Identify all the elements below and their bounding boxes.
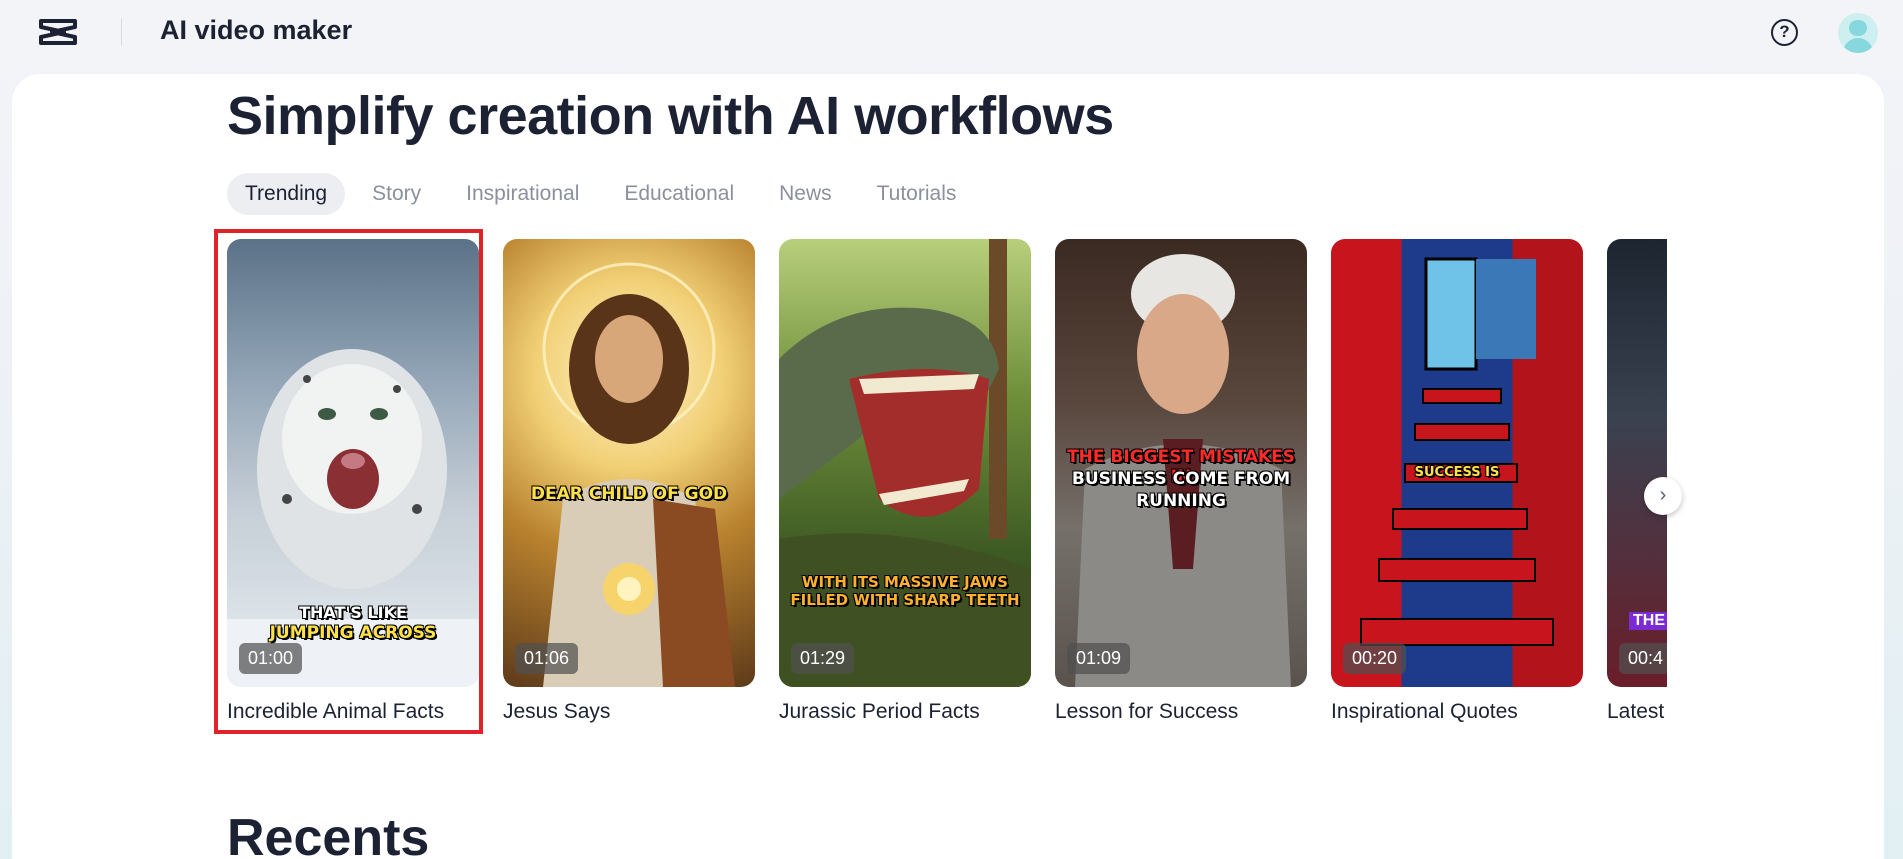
template-title: Incredible Animal Facts	[227, 700, 445, 723]
app-title: AI video maker	[160, 15, 353, 45]
user-avatar-icon[interactable]	[1838, 13, 1878, 53]
template-thumbnail: THAT'S LIKE JUMPING ACROSS 01:00	[227, 239, 479, 687]
template-thumbnail: THE 00:4	[1607, 239, 1667, 687]
template-card-inspirational-quotes[interactable]: SUCCESS IS 00:20 Inspirational Quotes	[1331, 239, 1583, 724]
template-card-jesus-says[interactable]: DEAR CHILD OF GOD 01:06 Jesus Says	[503, 239, 755, 724]
template-title: Lesson for Success	[1055, 700, 1239, 723]
header-divider	[121, 18, 122, 46]
video-caption: RUNNING	[1136, 491, 1226, 511]
tab-story[interactable]: Story	[354, 173, 439, 215]
tab-educational[interactable]: Educational	[606, 173, 752, 215]
video-caption: FILLED WITH SHARP TEETH	[790, 591, 1020, 609]
chevron-right-icon[interactable]: ›	[1644, 477, 1682, 515]
template-title: Jesus Says	[503, 700, 611, 723]
tab-news[interactable]: News	[761, 173, 850, 215]
duration-badge: 01:00	[239, 643, 303, 674]
tab-inspirational[interactable]: Inspirational	[448, 173, 597, 215]
recents-heading: Recents	[227, 809, 430, 859]
duration-badge: 00:20	[1343, 643, 1407, 674]
duration-badge: 01:09	[1067, 643, 1131, 674]
tab-trending[interactable]: Trending	[227, 173, 346, 215]
top-bar: AI video maker ?	[0, 0, 1903, 64]
capcut-logo-icon[interactable]	[38, 15, 78, 49]
template-thumbnail: WITH ITS MASSIVE JAWS FILLED WITH SHARP …	[779, 239, 1031, 687]
duration-badge: 01:06	[515, 643, 579, 674]
tab-tutorials[interactable]: Tutorials	[859, 173, 975, 215]
video-caption: JUMPING ACROSS	[269, 623, 437, 643]
template-thumbnail: SUCCESS IS 00:20	[1331, 239, 1583, 687]
template-card-lesson-for-success[interactable]: THE BIGGEST MISTAKES IN BUSINESS COME FR…	[1055, 239, 1307, 724]
video-caption: SUCCESS IS	[1414, 465, 1500, 480]
template-card-jurassic-period-facts[interactable]: WITH ITS MASSIVE JAWS FILLED WITH SHARP …	[779, 239, 1031, 724]
page-headline: Simplify creation with AI workflows	[227, 86, 1114, 146]
staircase-image	[1360, 257, 1554, 646]
video-caption: WITH ITS MASSIVE JAWS	[802, 573, 1008, 591]
template-thumbnail: DEAR CHILD OF GOD 01:06	[503, 239, 755, 687]
template-title: Jurassic Period Facts	[779, 700, 980, 723]
jesus-image	[542, 262, 735, 687]
template-carousel: THAT'S LIKE JUMPING ACROSS 01:00 Incredi…	[227, 239, 1667, 739]
template-title: Latest	[1607, 700, 1665, 723]
video-caption: THE	[1629, 612, 1667, 630]
video-caption: BUSINESS COME FROM	[1071, 469, 1291, 489]
duration-badge: 01:29	[791, 643, 855, 674]
video-caption: THAT'S LIKE	[299, 603, 407, 622]
category-tabs: Trending Story Inspirational Educational…	[227, 173, 983, 215]
video-caption: DEAR CHILD OF GOD	[530, 484, 728, 504]
template-title: Inspirational Quotes	[1331, 700, 1518, 723]
template-card-incredible-animal-facts[interactable]: THAT'S LIKE JUMPING ACROSS 01:00 Incredi…	[227, 239, 479, 724]
template-thumbnail: THE BIGGEST MISTAKES IN BUSINESS COME FR…	[1055, 239, 1307, 687]
duration-badge: 00:4	[1619, 643, 1667, 674]
help-circle-icon[interactable]: ?	[1771, 19, 1798, 46]
t-rex-image	[779, 239, 1031, 687]
